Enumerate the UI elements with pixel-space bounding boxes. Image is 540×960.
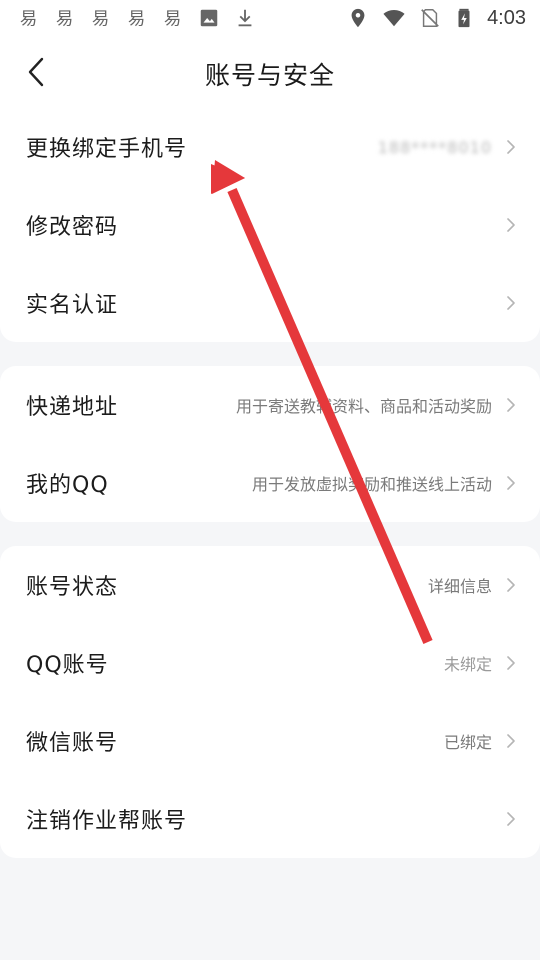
row-hint: 用于发放虚拟奖励和推送线上活动 <box>251 475 492 494</box>
app-icon: 易 <box>20 9 37 29</box>
status-time: 4:03 <box>487 6 526 29</box>
battery-charging-icon <box>458 8 470 28</box>
page-title: 账号与安全 <box>204 61 335 90</box>
chevron-right-icon <box>507 296 515 310</box>
row-value: 详细信息 <box>427 577 492 596</box>
qq-account-row[interactable]: QQ账号 未绑定 <box>0 624 540 702</box>
status-right-icons: 4:03 <box>347 7 526 30</box>
chevron-right-icon <box>507 578 515 592</box>
change-phone-row[interactable]: 更换绑定手机号 188****8010 <box>0 108 540 186</box>
status-bar: 易 易 易 易 易 4:03 <box>0 0 540 36</box>
settings-group-phone-password: 更换绑定手机号 188****8010 修改密码 实名认证 <box>0 108 540 342</box>
row-label: 快递地址 <box>26 395 119 420</box>
delete-account-row[interactable]: 注销作业帮账号 <box>0 780 540 858</box>
chevron-right-icon <box>507 812 515 826</box>
row-label: 我的QQ <box>26 473 109 498</box>
row-hint: 用于寄送教辅资料、商品和活动奖励 <box>235 397 492 416</box>
real-name-auth-row[interactable]: 实名认证 <box>0 264 540 342</box>
phone-number-value: 188****8010 <box>377 137 492 157</box>
chevron-right-icon <box>507 734 515 748</box>
chevron-right-icon <box>507 476 515 490</box>
image-icon <box>200 9 218 27</box>
delivery-address-row[interactable]: 快递地址 用于寄送教辅资料、商品和活动奖励 <box>0 366 540 444</box>
settings-group-accounts: 账号状态 详细信息 QQ账号 未绑定 微信账号 已绑定 注销作业帮账号 <box>0 546 540 858</box>
account-status-row[interactable]: 账号状态 详细信息 <box>0 546 540 624</box>
svg-text:易: 易 <box>164 9 181 29</box>
chevron-right-icon <box>507 656 515 670</box>
svg-text:易: 易 <box>56 9 73 29</box>
row-value: 未绑定 <box>443 655 492 674</box>
settings-group-address-qq: 快递地址 用于寄送教辅资料、商品和活动奖励 我的QQ 用于发放虚拟奖励和推送线上… <box>0 366 540 522</box>
row-label: 实名认证 <box>26 293 119 318</box>
wifi-icon <box>383 10 405 27</box>
row-label: 注销作业帮账号 <box>26 809 188 834</box>
app-icon: 易 <box>164 9 181 29</box>
row-value: 已绑定 <box>443 733 492 752</box>
location-icon <box>351 8 365 28</box>
change-password-row[interactable]: 修改密码 <box>0 186 540 264</box>
row-label: 更换绑定手机号 <box>26 137 188 162</box>
wechat-account-row[interactable]: 微信账号 已绑定 <box>0 702 540 780</box>
status-left-icons: 易 易 易 易 易 <box>18 7 256 29</box>
app-icon: 易 <box>92 9 109 29</box>
chevron-right-icon <box>507 398 515 412</box>
no-sim-icon <box>421 9 439 27</box>
row-label: 修改密码 <box>26 215 119 240</box>
app-header: 账号与安全 <box>0 36 540 108</box>
row-label: 账号状态 <box>26 575 119 600</box>
row-label: QQ账号 <box>26 653 109 678</box>
svg-text:易: 易 <box>20 9 37 29</box>
svg-text:易: 易 <box>128 9 145 29</box>
chevron-right-icon <box>507 218 515 232</box>
app-icon: 易 <box>56 9 73 29</box>
app-icon: 易 <box>128 9 145 29</box>
chevron-right-icon <box>507 140 515 154</box>
my-qq-row[interactable]: 我的QQ 用于发放虚拟奖励和推送线上活动 <box>0 444 540 522</box>
svg-text:易: 易 <box>92 9 109 29</box>
row-label: 微信账号 <box>26 731 119 756</box>
download-icon <box>238 9 252 27</box>
